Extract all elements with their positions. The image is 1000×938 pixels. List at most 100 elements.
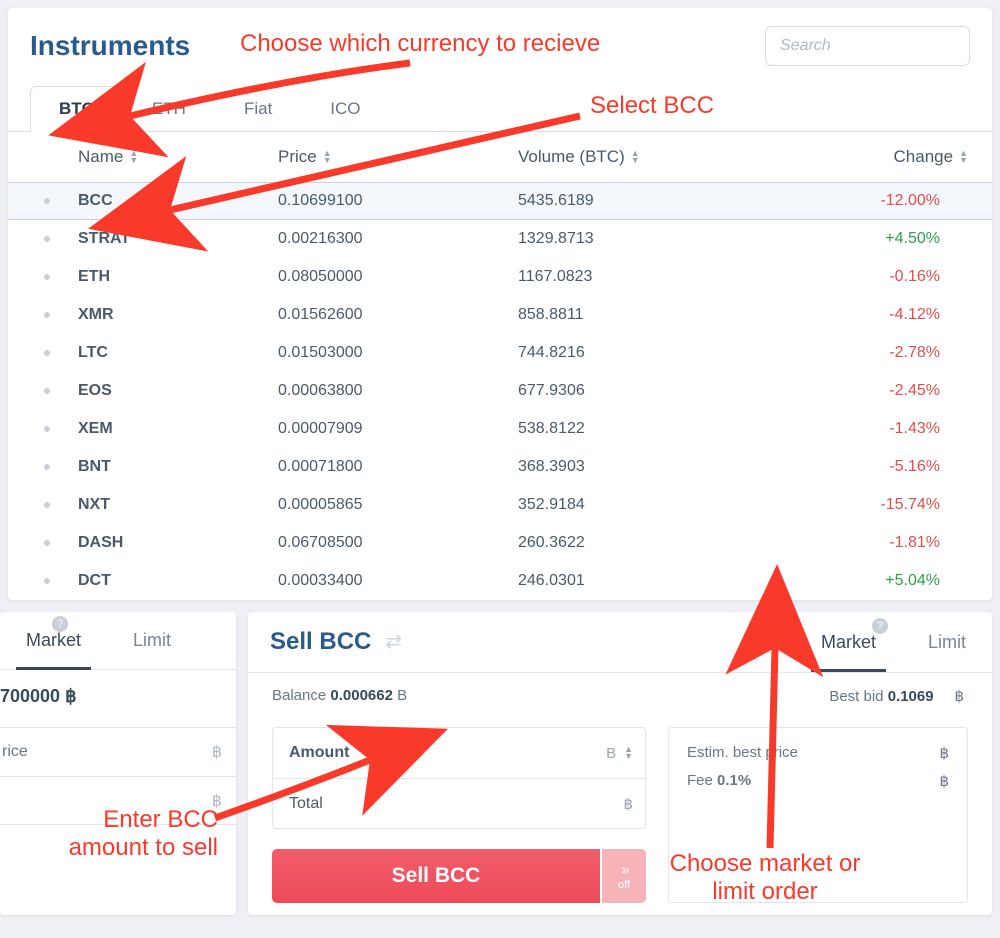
left-price-label: rice — [0, 743, 28, 761]
order-tab-limit[interactable]: Limit — [107, 612, 197, 669]
table-row[interactable]: BCC0.106991005435.6189-12.00% — [8, 182, 992, 220]
tab-ico[interactable]: ICO — [301, 86, 389, 131]
amount-input[interactable]: Amount B ▲▼ — [273, 728, 645, 778]
column-change-label: Change — [894, 147, 954, 167]
column-name[interactable]: Name ▲▼ — [78, 147, 278, 167]
cell-volume: 744.8216 — [518, 344, 768, 362]
cell-change: -15.74% — [768, 496, 968, 514]
cell-price: 0.00007909 — [278, 420, 518, 438]
status-dot — [44, 578, 50, 584]
cell-price: 0.01503000 — [278, 344, 518, 362]
status-dot — [44, 350, 50, 356]
cell-change: -1.81% — [768, 534, 968, 552]
cell-volume: 858.8811 — [518, 306, 768, 324]
table-row[interactable]: DASH0.06708500260.3622-1.81% — [8, 524, 992, 562]
status-dot — [44, 274, 50, 280]
table-row[interactable]: BNT0.00071800368.3903-5.16% — [8, 448, 992, 486]
currency-tabs: BTC ETH Fiat ICO — [8, 74, 992, 132]
cell-name: STRAT — [78, 230, 278, 248]
instruments-title: Instruments — [30, 30, 190, 62]
sell-tab-limit[interactable]: Limit — [902, 614, 992, 671]
cell-change: -2.78% — [768, 344, 968, 362]
cell-price: 0.01562600 — [278, 306, 518, 324]
cell-name: DASH — [78, 534, 278, 552]
btc-unit-icon: ฿ — [212, 742, 222, 762]
cell-volume: 352.9184 — [518, 496, 768, 514]
table-row[interactable]: ETH0.080500001167.0823-0.16% — [8, 258, 992, 296]
sort-icon: ▲▼ — [323, 150, 332, 164]
status-dot — [44, 236, 50, 242]
cell-price: 0.00216300 — [278, 230, 518, 248]
cell-price: 0.08050000 — [278, 268, 518, 286]
column-change[interactable]: Change ▲▼ — [768, 147, 968, 167]
cell-name: DCT — [78, 572, 278, 590]
status-dot — [44, 388, 50, 394]
table-row[interactable]: XEM0.00007909538.8122-1.43% — [8, 410, 992, 448]
table-row[interactable]: LTC0.01503000744.8216-2.78% — [8, 334, 992, 372]
column-price[interactable]: Price ▲▼ — [278, 147, 518, 167]
cell-volume: 1329.8713 — [518, 230, 768, 248]
cell-change: -2.45% — [768, 382, 968, 400]
cell-name: XMR — [78, 306, 278, 324]
cell-price: 0.10699100 — [278, 192, 518, 210]
order-tab-market[interactable]: Market — [0, 612, 107, 669]
tab-fiat[interactable]: Fiat — [215, 86, 301, 131]
stepper-icon[interactable]: ▲▼ — [624, 746, 633, 760]
cell-volume: 1167.0823 — [518, 268, 768, 286]
buy-panel-fragment: ? Market Limit 700000 ฿ rice ฿ ฿ — [0, 612, 236, 915]
cell-name: BNT — [78, 458, 278, 476]
sort-icon: ▲▼ — [129, 150, 138, 164]
cell-volume: 368.3903 — [518, 458, 768, 476]
total-input[interactable]: Total ฿ — [273, 778, 645, 828]
cell-volume: 677.9306 — [518, 382, 768, 400]
column-name-label: Name — [78, 147, 123, 167]
cell-name: ETH — [78, 268, 278, 286]
cell-price: 0.00005865 — [278, 496, 518, 514]
column-volume[interactable]: Volume (BTC) ▲▼ — [518, 147, 768, 167]
cell-volume: 5435.6189 — [518, 192, 768, 210]
balance-text: Balance 0.000662 B — [272, 687, 407, 705]
column-price-label: Price — [278, 147, 317, 167]
tab-btc[interactable]: BTC — [30, 86, 123, 132]
table-row[interactable]: EOS0.00063800677.9306-2.45% — [8, 372, 992, 410]
off-toggle[interactable]: » off — [602, 849, 646, 903]
sell-title: Sell BCC — [270, 612, 371, 672]
cell-change: -4.12% — [768, 306, 968, 324]
btc-unit-icon: ฿ — [939, 772, 949, 790]
tab-eth[interactable]: ETH — [123, 86, 215, 131]
estimate-box: Estim. best price ฿ Fee 0.1% ฿ — [668, 727, 968, 903]
table-row[interactable]: XMR0.01562600858.8811-4.12% — [8, 296, 992, 334]
btc-unit-icon: ฿ — [939, 744, 949, 762]
table-row[interactable]: DCT0.00033400246.0301+5.04% — [8, 562, 992, 600]
est-price-label: Estim. best price — [687, 744, 798, 762]
total-label: Total — [289, 795, 323, 813]
left-balance: 700000 ฿ — [0, 670, 236, 727]
cell-price: 0.00033400 — [278, 572, 518, 590]
sell-button[interactable]: Sell BCC — [272, 849, 600, 903]
off-label: off — [618, 879, 630, 891]
cell-change: +4.50% — [768, 230, 968, 248]
status-dot — [44, 540, 50, 546]
left-price-row: rice ฿ — [0, 728, 236, 776]
table-row[interactable]: NXT0.00005865352.9184-15.74% — [8, 486, 992, 524]
sell-panel: Sell BCC ⇄ ? Market Limit Balance 0.0006… — [248, 612, 992, 915]
sell-tab-market[interactable]: Market — [795, 614, 902, 671]
cell-change: -12.00% — [768, 192, 968, 210]
cell-change: -5.16% — [768, 458, 968, 476]
table-header: Name ▲▼ Price ▲▼ Volume (BTC) ▲▼ Change … — [8, 132, 992, 182]
table-row[interactable]: STRAT0.002163001329.8713+4.50% — [8, 220, 992, 258]
table-body[interactable]: BCC0.106991005435.6189-12.00%STRAT0.0021… — [8, 182, 992, 600]
cell-name: EOS — [78, 382, 278, 400]
sort-icon: ▲▼ — [959, 150, 968, 164]
status-dot — [44, 312, 50, 318]
column-volume-label: Volume (BTC) — [518, 147, 625, 167]
search-input[interactable] — [765, 26, 970, 66]
left-empty-row: ฿ — [0, 776, 236, 824]
swap-icon[interactable]: ⇄ — [385, 636, 402, 648]
cell-name: XEM — [78, 420, 278, 438]
amount-unit: B — [606, 745, 616, 762]
status-dot — [44, 464, 50, 470]
cell-name: LTC — [78, 344, 278, 362]
cell-change: -1.43% — [768, 420, 968, 438]
cell-change: -0.16% — [768, 268, 968, 286]
